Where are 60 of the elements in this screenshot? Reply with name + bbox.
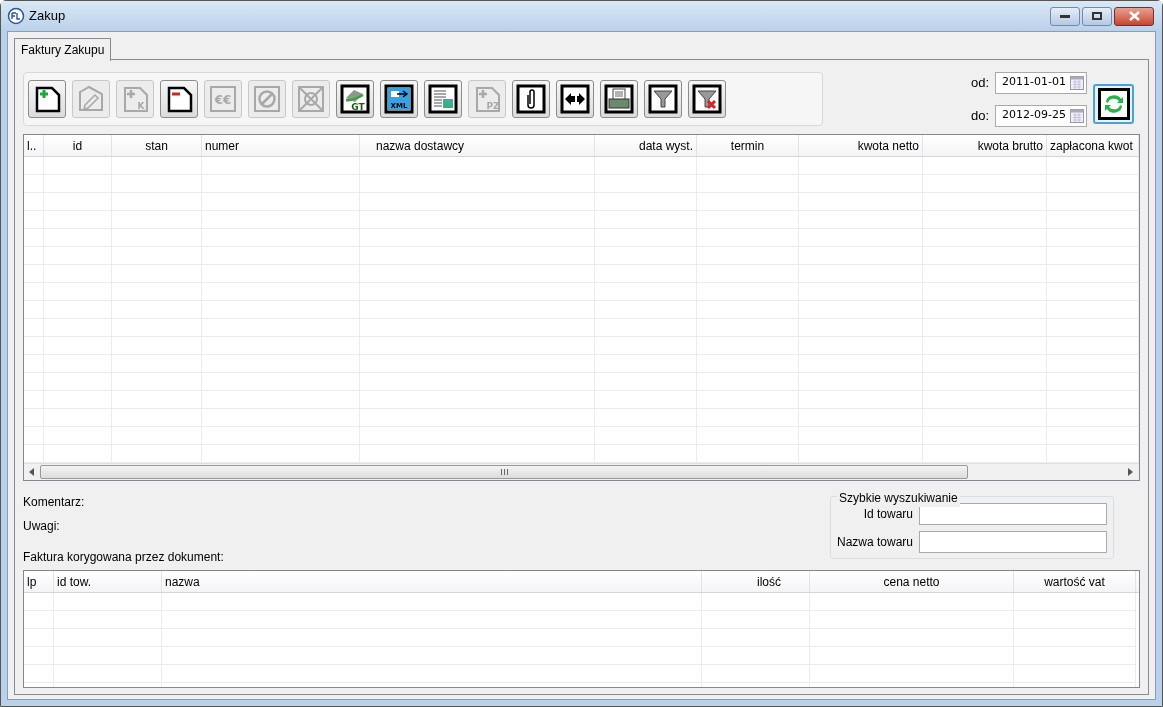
column-header[interactable]: id tow. [54, 571, 162, 592]
column-header[interactable]: cena netto [810, 571, 1014, 592]
scroll-left-icon[interactable] [29, 468, 35, 476]
minimize-icon [1060, 14, 1070, 18]
clip-button[interactable] [512, 80, 550, 118]
app-logo-icon [7, 7, 25, 25]
calendar-icon[interactable] [1070, 75, 1084, 90]
horizontal-scrollbar[interactable] [24, 463, 1139, 480]
sheet-button[interactable] [424, 80, 462, 118]
column-header[interactable]: nazwa [162, 571, 702, 592]
window-title: Zakup [29, 7, 66, 26]
tab[interactable]: Faktury Zakupu [14, 38, 112, 61]
print-icon [603, 83, 635, 115]
column-header[interactable]: ilość [702, 571, 810, 592]
column-header[interactable]: kwota netto [799, 135, 923, 156]
field-label: Nazwa towaru [836, 533, 913, 551]
filter-icon [647, 83, 679, 115]
calendar-icon[interactable] [1070, 108, 1084, 123]
scroll-right-icon[interactable] [1128, 468, 1134, 476]
column-header[interactable]: termin [697, 135, 799, 156]
column-header[interactable]: nazwa dostawcy [360, 135, 595, 156]
filter-button[interactable] [644, 80, 682, 118]
print-button[interactable] [600, 80, 638, 118]
filter-clear-button[interactable] [688, 80, 726, 118]
close-button[interactable] [1114, 6, 1154, 26]
text-field[interactable] [919, 530, 1107, 553]
refresh-button[interactable] [1093, 84, 1134, 124]
close-icon [1128, 11, 1140, 21]
maximize-button[interactable] [1082, 6, 1112, 26]
field-label: Id towaru [863, 505, 913, 523]
remove-button[interactable] [160, 80, 198, 118]
maximize-icon [1092, 12, 1102, 20]
cross-icon [295, 83, 327, 115]
column-header[interactable]: lp [24, 571, 54, 592]
column-header[interactable]: id [44, 135, 112, 156]
column-header[interactable]: numer [202, 135, 360, 156]
column-header[interactable]: kwota brutto [923, 135, 1047, 156]
date-from-label: od: [970, 73, 989, 92]
column-header[interactable]: stan [112, 135, 202, 156]
clip-icon [515, 83, 547, 115]
date-to-label: do: [970, 106, 989, 125]
swap-button[interactable] [556, 80, 594, 118]
filter-clear-icon [691, 83, 723, 115]
grip-icon [500, 469, 508, 475]
minimize-button[interactable] [1050, 6, 1080, 26]
column-header[interactable]: data wyst. [595, 135, 697, 156]
add-button[interactable] [28, 80, 66, 118]
swap-icon [559, 83, 591, 115]
column-header[interactable]: l.. [24, 135, 44, 156]
cancel-icon [251, 83, 283, 115]
column-header[interactable]: wartość vat [1014, 571, 1136, 592]
column-header[interactable]: zapłacona kwot [1047, 135, 1139, 156]
date-to-field[interactable]: 2012-09-25 [995, 104, 1087, 127]
date-from-field[interactable]: 2011-01-01 [995, 71, 1087, 94]
corrected-invoice-label: Faktura korygowana przez dokument: [23, 549, 224, 566]
notes-label: Uwagi: [23, 518, 61, 535]
scrollbar-thumb[interactable] [40, 465, 968, 479]
comment-label: Komentarz: [23, 494, 86, 511]
refresh-icon [1097, 88, 1130, 120]
sheet-icon [427, 83, 459, 115]
